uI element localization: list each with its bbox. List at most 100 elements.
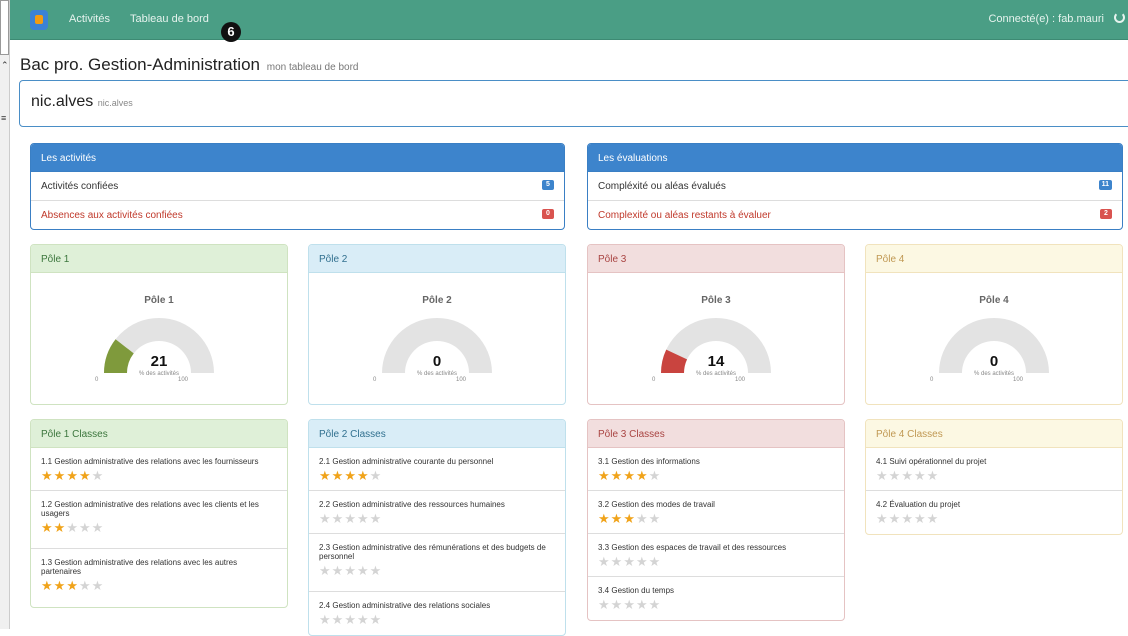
star-empty-icon[interactable]: ★ [332, 563, 345, 578]
star-rating[interactable]: ★★★★★ [41, 521, 277, 535]
star-empty-icon[interactable]: ★ [889, 468, 902, 483]
star-empty-icon[interactable]: ★ [319, 511, 332, 526]
star-filled-icon[interactable]: ★ [598, 468, 611, 483]
class-list-item[interactable]: 1.2 Gestion administrative des relations… [31, 491, 287, 549]
star-rating[interactable]: ★★★★★ [41, 469, 277, 483]
star-filled-icon[interactable]: ★ [66, 578, 79, 593]
class-list-item[interactable]: 4.2 Évaluation du projet ★★★★★ [866, 491, 1122, 534]
star-empty-icon[interactable]: ★ [611, 597, 624, 612]
star-empty-icon[interactable]: ★ [649, 597, 662, 612]
star-empty-icon[interactable]: ★ [876, 468, 889, 483]
star-empty-icon[interactable]: ★ [927, 511, 940, 526]
star-rating[interactable]: ★★★★★ [598, 512, 834, 526]
star-filled-icon[interactable]: ★ [79, 468, 92, 483]
star-empty-icon[interactable]: ★ [623, 554, 636, 569]
star-empty-icon[interactable]: ★ [927, 468, 940, 483]
star-empty-icon[interactable]: ★ [92, 578, 105, 593]
app-logo-icon[interactable] [30, 10, 48, 30]
class-list-item[interactable]: 2.3 Gestion administrative des rémunérat… [309, 534, 565, 592]
star-empty-icon[interactable]: ★ [636, 597, 649, 612]
star-empty-icon[interactable]: ★ [344, 563, 357, 578]
list-item[interactable]: Absences aux activités confiées 0 [31, 201, 564, 229]
left-scroll-box[interactable] [0, 0, 9, 55]
star-empty-icon[interactable]: ★ [889, 511, 902, 526]
star-empty-icon[interactable]: ★ [92, 468, 105, 483]
list-item[interactable]: Activités confiées 5 [31, 172, 564, 201]
star-empty-icon[interactable]: ★ [370, 563, 383, 578]
star-empty-icon[interactable]: ★ [649, 554, 662, 569]
star-rating[interactable]: ★★★★★ [319, 613, 555, 627]
star-empty-icon[interactable]: ★ [623, 597, 636, 612]
star-empty-icon[interactable]: ★ [636, 554, 649, 569]
star-filled-icon[interactable]: ★ [66, 468, 79, 483]
star-filled-icon[interactable]: ★ [41, 468, 54, 483]
star-empty-icon[interactable]: ★ [92, 520, 105, 535]
star-empty-icon[interactable]: ★ [332, 612, 345, 627]
star-empty-icon[interactable]: ★ [319, 612, 332, 627]
star-empty-icon[interactable]: ★ [332, 511, 345, 526]
star-empty-icon[interactable]: ★ [370, 612, 383, 627]
star-empty-icon[interactable]: ★ [598, 554, 611, 569]
star-rating[interactable]: ★★★★★ [598, 469, 834, 483]
star-rating[interactable]: ★★★★★ [876, 512, 1112, 526]
class-list-item[interactable]: 4.1 Suivi opérationnel du projet ★★★★★ [866, 448, 1122, 491]
star-filled-icon[interactable]: ★ [636, 468, 649, 483]
list-item[interactable]: Compléxité ou aléas évalués 11 [588, 172, 1122, 201]
star-empty-icon[interactable]: ★ [370, 468, 383, 483]
star-filled-icon[interactable]: ★ [332, 468, 345, 483]
class-list-item[interactable]: 1.1 Gestion administrative des relations… [31, 448, 287, 491]
star-filled-icon[interactable]: ★ [611, 511, 624, 526]
star-filled-icon[interactable]: ★ [54, 468, 67, 483]
star-empty-icon[interactable]: ★ [876, 511, 889, 526]
star-empty-icon[interactable]: ★ [611, 554, 624, 569]
star-filled-icon[interactable]: ★ [623, 468, 636, 483]
list-item[interactable]: Complexité ou aléas restants à évaluer 2 [588, 201, 1122, 229]
star-filled-icon[interactable]: ★ [611, 468, 624, 483]
star-filled-icon[interactable]: ★ [319, 468, 332, 483]
star-empty-icon[interactable]: ★ [319, 563, 332, 578]
star-rating[interactable]: ★★★★★ [876, 469, 1112, 483]
star-empty-icon[interactable]: ★ [79, 520, 92, 535]
star-rating[interactable]: ★★★★★ [41, 579, 277, 593]
connected-user-label[interactable]: Connecté(e) : fab.mauri [988, 13, 1104, 25]
star-rating[interactable]: ★★★★★ [598, 555, 834, 569]
star-rating[interactable]: ★★★★★ [319, 564, 555, 578]
star-empty-icon[interactable]: ★ [79, 578, 92, 593]
class-list-item[interactable]: 1.3 Gestion administrative des relations… [31, 549, 287, 607]
star-filled-icon[interactable]: ★ [54, 520, 67, 535]
star-empty-icon[interactable]: ★ [357, 612, 370, 627]
star-filled-icon[interactable]: ★ [357, 468, 370, 483]
class-list-item[interactable]: 3.1 Gestion des informations ★★★★★ [588, 448, 844, 491]
star-rating[interactable]: ★★★★★ [319, 469, 555, 483]
nav-activities-link[interactable]: Activités [69, 13, 110, 25]
star-empty-icon[interactable]: ★ [901, 468, 914, 483]
nav-dashboard-link[interactable]: Tableau de bord [130, 13, 209, 25]
class-list-item[interactable]: 3.3 Gestion des espaces de travail et de… [588, 534, 844, 577]
star-empty-icon[interactable]: ★ [344, 612, 357, 627]
star-filled-icon[interactable]: ★ [344, 468, 357, 483]
star-filled-icon[interactable]: ★ [41, 520, 54, 535]
star-empty-icon[interactable]: ★ [344, 511, 357, 526]
star-filled-icon[interactable]: ★ [41, 578, 54, 593]
star-empty-icon[interactable]: ★ [357, 511, 370, 526]
class-list-item[interactable]: 2.2 Gestion administrative des ressource… [309, 491, 565, 534]
class-list-item[interactable]: 3.4 Gestion du temps ★★★★★ [588, 577, 844, 620]
star-empty-icon[interactable]: ★ [649, 468, 662, 483]
star-filled-icon[interactable]: ★ [54, 578, 67, 593]
class-list-item[interactable]: 2.1 Gestion administrative courante du p… [309, 448, 565, 491]
class-list-item[interactable]: 3.2 Gestion des modes de travail ★★★★★ [588, 491, 844, 534]
star-empty-icon[interactable]: ★ [357, 563, 370, 578]
star-empty-icon[interactable]: ★ [598, 597, 611, 612]
star-empty-icon[interactable]: ★ [901, 511, 914, 526]
star-empty-icon[interactable]: ★ [649, 511, 662, 526]
star-empty-icon[interactable]: ★ [66, 520, 79, 535]
star-rating[interactable]: ★★★★★ [319, 512, 555, 526]
star-empty-icon[interactable]: ★ [914, 468, 927, 483]
star-empty-icon[interactable]: ★ [370, 511, 383, 526]
logout-icon[interactable] [1114, 12, 1125, 23]
star-empty-icon[interactable]: ★ [914, 511, 927, 526]
star-filled-icon[interactable]: ★ [623, 511, 636, 526]
star-empty-icon[interactable]: ★ [636, 511, 649, 526]
star-filled-icon[interactable]: ★ [598, 511, 611, 526]
star-rating[interactable]: ★★★★★ [598, 598, 834, 612]
